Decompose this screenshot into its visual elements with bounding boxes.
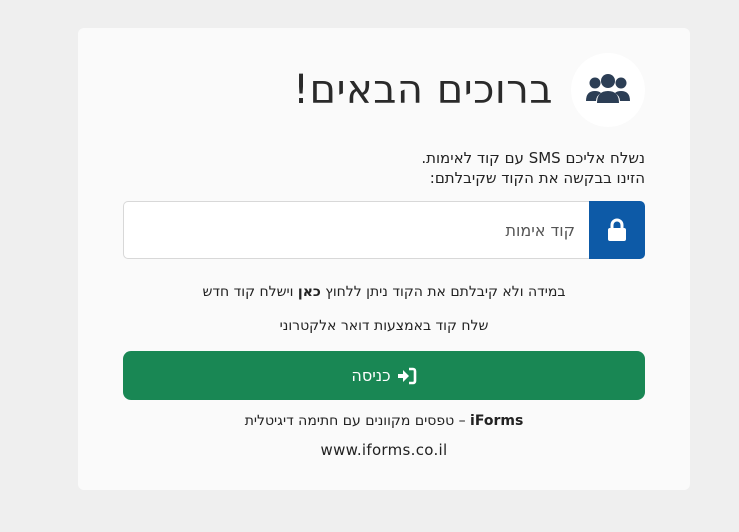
- card-header: ברוכים הבאים!: [293, 53, 645, 127]
- lock-icon: [608, 218, 626, 241]
- verification-code-input[interactable]: [123, 201, 589, 259]
- resend-suffix: וישלח קוד חדש: [202, 284, 298, 300]
- login-button-label: כניסה: [351, 366, 391, 385]
- footer-tagline: iForms – טפסים מקוונים עם חתימה דיגיטלית: [78, 413, 690, 429]
- sign-in-icon: [397, 367, 416, 384]
- instructions-line-1: נשלח אליכם SMS עם קוד לאימות.: [421, 149, 645, 167]
- page-title: ברוכים הבאים!: [293, 67, 553, 113]
- instructions: נשלח אליכם SMS עם קוד לאימות. הזינו בבקש…: [421, 148, 645, 188]
- instructions-line-2: הזינו בבקשה את הקוד שקיבלתם:: [429, 169, 645, 187]
- login-button[interactable]: כניסה: [123, 351, 645, 400]
- resend-code-link[interactable]: כאן: [298, 284, 321, 300]
- verification-code-group: [123, 201, 645, 259]
- lock-addon: [589, 201, 645, 259]
- resend-line: במידה ולא קיבלתם את הקוד ניתן ללחוץ כאן …: [78, 284, 690, 300]
- login-card: ברוכים הבאים! נשלח אליכם SMS עם קוד לאימ…: [78, 28, 690, 490]
- footer-tagline-text: – טפסים מקוונים עם חתימה דיגיטלית: [244, 413, 471, 429]
- users-avatar: [571, 53, 645, 127]
- website-link[interactable]: www.iforms.co.il: [78, 441, 690, 459]
- users-icon: [586, 74, 630, 103]
- brand-name: iForms: [470, 413, 524, 429]
- send-by-email-link[interactable]: שלח קוד באמצעות דואר אלקטרוני: [78, 318, 690, 334]
- resend-prefix: במידה ולא קיבלתם את הקוד ניתן ללחוץ: [320, 284, 566, 300]
